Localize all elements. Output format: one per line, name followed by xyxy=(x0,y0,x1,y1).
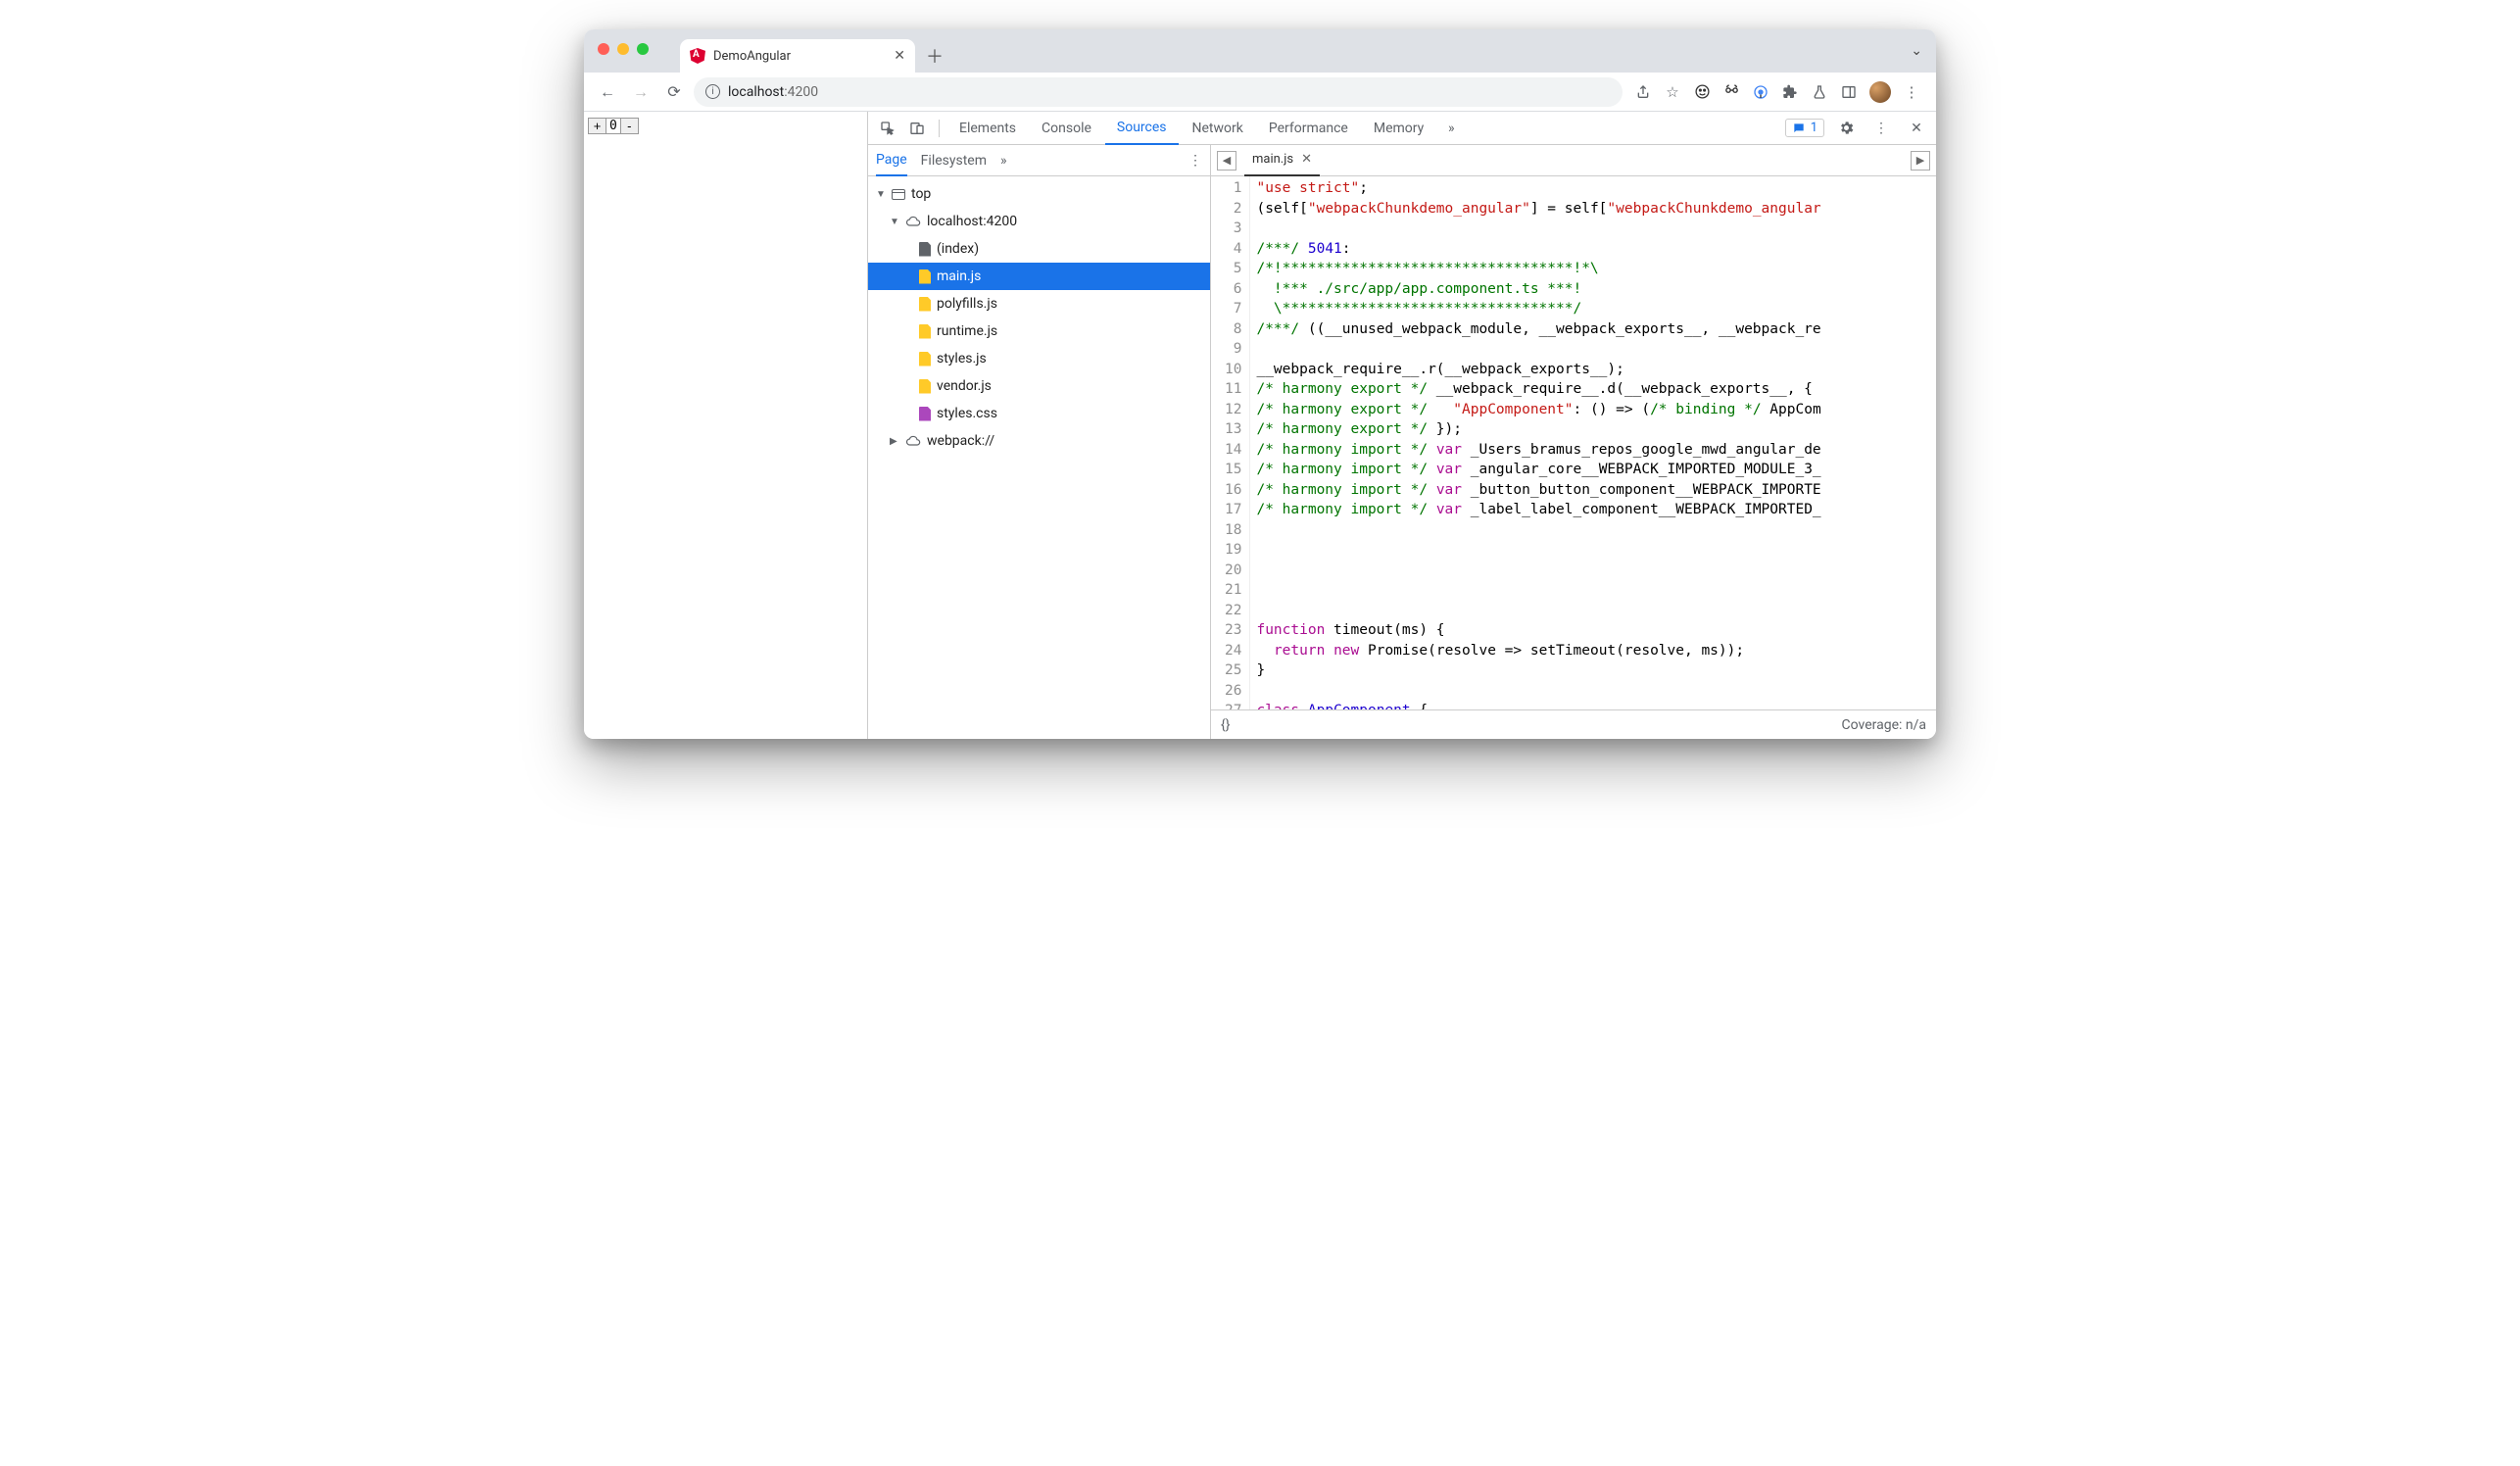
editor-tab[interactable]: main.js ✕ xyxy=(1244,145,1320,176)
extension-icon-1[interactable] xyxy=(1693,83,1711,101)
line-gutter: 1 2 3 4 5 6 7 8 9 10 11 12 13 14 15 16 1… xyxy=(1211,176,1250,709)
new-tab-button[interactable]: ＋ xyxy=(921,42,948,70)
settings-icon[interactable] xyxy=(1832,120,1860,136)
tree-origin[interactable]: ▼ localhost:4200 xyxy=(868,208,1210,235)
js-file-icon xyxy=(919,379,931,394)
extension-icon-2[interactable] xyxy=(1722,83,1740,101)
navigator-tab-page[interactable]: Page xyxy=(876,145,907,176)
close-editor-tab-icon[interactable]: ✕ xyxy=(1301,152,1312,167)
tree-file-vendor[interactable]: vendor.js xyxy=(868,372,1210,400)
code-content[interactable]: "use strict"; (self["webpackChunkdemo_an… xyxy=(1250,176,1936,709)
browser-window: DemoAngular ✕ ＋ ⌄ ← → ⟳ i localhost:4200… xyxy=(584,29,1936,739)
close-devtools-icon[interactable]: ✕ xyxy=(1903,121,1930,136)
back-button[interactable]: ← xyxy=(594,78,621,106)
pretty-print-icon[interactable]: {} xyxy=(1221,717,1230,733)
side-panel-icon[interactable] xyxy=(1840,83,1858,101)
js-file-icon xyxy=(919,269,931,284)
toolbar: ← → ⟳ i localhost:4200 ☆ xyxy=(584,73,1936,112)
profile-avatar[interactable] xyxy=(1869,81,1891,103)
extensions-icon[interactable] xyxy=(1781,83,1799,101)
minimize-window-button[interactable] xyxy=(617,43,629,55)
decrement-button[interactable]: - xyxy=(620,119,638,133)
tree-file-index[interactable]: (index) xyxy=(868,235,1210,263)
coverage-label: Coverage: n/a xyxy=(1842,717,1926,733)
tree-file-polyfills[interactable]: polyfills.js xyxy=(868,290,1210,318)
issues-count: 1 xyxy=(1811,121,1817,135)
tab-console[interactable]: Console xyxy=(1030,112,1103,145)
more-tabs-icon[interactable]: » xyxy=(1437,121,1465,136)
toolbar-actions: ☆ ⋮ xyxy=(1628,81,1926,103)
bookmark-icon[interactable]: ☆ xyxy=(1664,83,1681,101)
devtools-toolbar: Elements Console Sources Network Perform… xyxy=(868,112,1936,145)
cloud-icon xyxy=(905,214,921,229)
forward-button[interactable]: → xyxy=(627,78,654,106)
tab-elements[interactable]: Elements xyxy=(947,112,1028,145)
tree-file-styles-css[interactable]: styles.css xyxy=(868,400,1210,427)
frame-icon xyxy=(892,189,905,200)
editor-footer: {} Coverage: n/a xyxy=(1211,709,1936,739)
devtools-body: Page Filesystem » ⋮ ▼ top ▼ xyxy=(868,145,1936,739)
editor-tab-label: main.js xyxy=(1252,152,1293,167)
tab-title: DemoAngular xyxy=(713,49,791,64)
url-port: :4200 xyxy=(784,84,818,100)
file-icon xyxy=(919,242,931,257)
extension-icon-3[interactable] xyxy=(1752,83,1769,101)
editor-pane: ◀ main.js ✕ ▶ 1 2 3 4 5 6 7 8 9 10 11 12… xyxy=(1211,145,1936,739)
site-info-icon[interactable]: i xyxy=(705,84,720,99)
tree-frame-top[interactable]: ▼ top xyxy=(868,180,1210,208)
code-editor[interactable]: 1 2 3 4 5 6 7 8 9 10 11 12 13 14 15 16 1… xyxy=(1211,176,1936,709)
tree-file-main[interactable]: main.js xyxy=(868,263,1210,290)
navigator-tab-filesystem[interactable]: Filesystem xyxy=(921,153,987,169)
rendered-page: + 0 - xyxy=(584,112,868,739)
tab-performance[interactable]: Performance xyxy=(1257,112,1360,145)
chrome-menu-icon[interactable]: ⋮ xyxy=(1903,83,1920,101)
navigator-menu-icon[interactable]: ⋮ xyxy=(1188,153,1202,169)
reload-button[interactable]: ⟳ xyxy=(660,78,688,106)
issues-badge[interactable]: 1 xyxy=(1785,119,1824,137)
url-host: localhost xyxy=(728,84,784,100)
increment-button[interactable]: + xyxy=(589,119,606,133)
tree-file-styles-js[interactable]: styles.js xyxy=(868,345,1210,372)
content-area: + 0 - Elements Console Sources Network xyxy=(584,112,1936,739)
editor-tabs: ◀ main.js ✕ ▶ xyxy=(1211,145,1936,176)
tab-strip: DemoAngular ✕ ＋ ⌄ xyxy=(584,29,1936,73)
devtools-menu-icon[interactable]: ⋮ xyxy=(1867,121,1895,136)
tab-network[interactable]: Network xyxy=(1181,112,1255,145)
window-controls xyxy=(598,43,649,55)
device-toolbar-icon[interactable] xyxy=(903,121,931,136)
tree-webpack[interactable]: ▶ webpack:// xyxy=(868,427,1210,455)
js-file-icon xyxy=(919,324,931,339)
css-file-icon xyxy=(919,407,931,421)
close-window-button[interactable] xyxy=(598,43,609,55)
maximize-window-button[interactable] xyxy=(637,43,649,55)
cloud-icon xyxy=(905,433,921,449)
tab-search-button[interactable]: ⌄ xyxy=(1911,43,1922,59)
devtools: Elements Console Sources Network Perform… xyxy=(868,112,1936,739)
inspect-element-icon[interactable] xyxy=(874,121,901,136)
sources-navigator: Page Filesystem » ⋮ ▼ top ▼ xyxy=(868,145,1211,739)
tab-sources[interactable]: Sources xyxy=(1105,112,1179,145)
tree-file-runtime[interactable]: runtime.js xyxy=(868,318,1210,345)
close-tab-button[interactable]: ✕ xyxy=(894,48,905,64)
address-bar[interactable]: i localhost:4200 xyxy=(694,77,1623,107)
counter-value: 0 xyxy=(606,119,620,133)
browser-tab[interactable]: DemoAngular ✕ xyxy=(680,39,915,73)
file-tree: ▼ top ▼ localhost:4200 xyxy=(868,176,1210,739)
navigator-more-icon[interactable]: » xyxy=(1000,153,1007,169)
tab-memory[interactable]: Memory xyxy=(1362,112,1435,145)
js-file-icon xyxy=(919,297,931,312)
editor-nav-forward-icon[interactable]: ▶ xyxy=(1911,151,1930,171)
counter-widget: + 0 - xyxy=(588,118,639,134)
angular-favicon xyxy=(690,48,705,64)
editor-nav-back-icon[interactable]: ◀ xyxy=(1217,151,1236,171)
navigator-tabs: Page Filesystem » ⋮ xyxy=(868,145,1210,176)
labs-icon[interactable] xyxy=(1811,83,1828,101)
share-icon[interactable] xyxy=(1634,83,1652,101)
js-file-icon xyxy=(919,352,931,366)
